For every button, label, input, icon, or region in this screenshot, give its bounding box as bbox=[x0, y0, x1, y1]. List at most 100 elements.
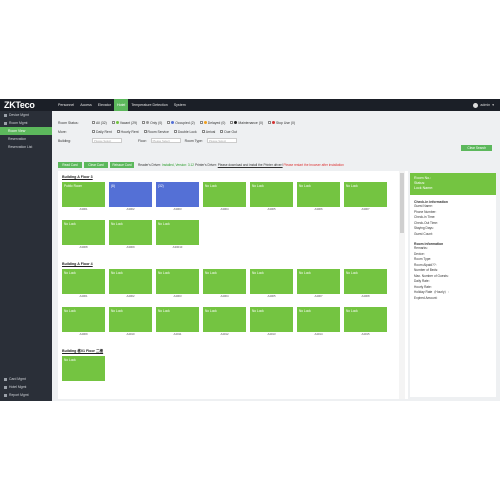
checkbox[interactable] bbox=[201, 129, 205, 133]
read-card-button[interactable]: Read Card bbox=[58, 162, 82, 168]
top-bar: ZKTeco Personnel Access Elevator Hotel Tempe… bbox=[0, 99, 500, 111]
status-label: Only bbox=[150, 120, 158, 125]
room-card[interactable]: No Lock A4004 bbox=[203, 269, 246, 298]
more-filter-double-lock[interactable]: Double Lock bbox=[173, 129, 197, 134]
room-card[interactable]: No Lock A4008 bbox=[344, 269, 387, 298]
more-filter-label: Due Out bbox=[224, 129, 237, 134]
checkbox[interactable] bbox=[267, 120, 271, 124]
more-filter-hourly-rent[interactable]: Hourly Rent bbox=[116, 129, 139, 134]
room-card[interactable]: No Lock A4014 bbox=[297, 307, 340, 336]
status-label: Delayed bbox=[207, 120, 221, 125]
nav-tab-personnel[interactable]: Personnel bbox=[55, 99, 77, 111]
status-dot-icon bbox=[271, 120, 275, 124]
nav-tab-hotel[interactable]: Hotel bbox=[113, 99, 129, 111]
printer-driver-link[interactable]: Please download and install the Printer … bbox=[218, 163, 283, 167]
nav-tab-access[interactable]: Access bbox=[77, 99, 95, 111]
sidebar-item-hotel-mgmt[interactable]: Hotel Mgmt bbox=[0, 383, 52, 391]
checkbox[interactable] bbox=[92, 120, 95, 124]
checkbox[interactable] bbox=[173, 129, 177, 133]
building-floor-title: Building 栋01 Floor 二楼 bbox=[62, 349, 104, 353]
nav-tab-system[interactable]: System bbox=[171, 99, 189, 111]
room-card[interactable]: No Lock A4011 bbox=[156, 307, 199, 336]
room-card[interactable]: No Lock A4007 bbox=[297, 269, 340, 298]
status-filter-vacant[interactable]: Vacant(29) bbox=[111, 120, 137, 125]
room-card[interactable]: Public Room A3001 bbox=[62, 182, 105, 211]
clear-search-button[interactable]: Clear Search bbox=[461, 145, 492, 151]
sidebar-item-room-mgmt[interactable]: Room Mgmt bbox=[0, 119, 52, 127]
more-filter-room-service[interactable]: Room Service bbox=[143, 129, 169, 134]
checkbox[interactable] bbox=[199, 120, 203, 124]
more-filter-label: Arrival bbox=[205, 129, 216, 134]
checkbox[interactable] bbox=[230, 120, 234, 124]
status-filter-maintenance[interactable]: Maintenance(0) bbox=[230, 120, 263, 125]
checkbox[interactable] bbox=[167, 120, 171, 124]
room-card[interactable]: No Lock A3009 bbox=[109, 220, 152, 249]
more-filter-arrival[interactable]: Arrival bbox=[201, 129, 216, 134]
sidebar-item-reservation-list[interactable]: Reservation List bbox=[0, 143, 52, 151]
room-card[interactable]: (32) A3003 bbox=[156, 182, 199, 211]
room-status-label: Room Status: bbox=[58, 120, 79, 125]
room-card[interactable]: No Lock A4002 bbox=[109, 269, 152, 298]
building-select[interactable]: Please Select bbox=[92, 138, 122, 143]
status-filter-only[interactable]: Only(0) bbox=[142, 120, 162, 125]
room-card[interactable]: (8) A3002 bbox=[109, 182, 152, 211]
chevron-down-icon: ▾ bbox=[492, 103, 494, 107]
room-status-label: No Lock bbox=[62, 220, 105, 245]
more-filter-due-out[interactable]: Due Out bbox=[220, 129, 237, 134]
room-card[interactable]: No Lock A4012 bbox=[203, 307, 246, 336]
room-number bbox=[62, 381, 105, 385]
more-filter-label: Daily Rent bbox=[96, 129, 112, 134]
room-card[interactable]: No Lock A3008 bbox=[62, 220, 105, 249]
room-card[interactable]: No Lock A4009 bbox=[62, 307, 105, 336]
room-card[interactable]: No Lock A4010 bbox=[109, 307, 152, 336]
room-card[interactable]: No Lock A4015 bbox=[344, 307, 387, 336]
floor-select[interactable]: Please Select bbox=[150, 138, 181, 143]
sidebar-item-report-mgmt[interactable]: Report Mgmt bbox=[0, 391, 52, 399]
more-filter-daily-rent[interactable]: Daily Rent bbox=[92, 129, 112, 134]
status-label: Stop Use bbox=[275, 120, 290, 125]
room-status-label: No Lock bbox=[297, 182, 340, 207]
room-card[interactable]: No Lock A3007 bbox=[344, 182, 387, 211]
sidebar: Device Mgmt Room Mgmt Room View Reservation… bbox=[0, 111, 52, 401]
sidebar-item-reservation[interactable]: Reservation bbox=[0, 135, 52, 143]
checkbox[interactable] bbox=[220, 129, 224, 133]
scrollbar-thumb[interactable] bbox=[400, 173, 404, 233]
room-card[interactable]: No Lock bbox=[62, 356, 105, 385]
room-status-label: No Lock bbox=[156, 307, 199, 332]
room-number: A4013 bbox=[267, 332, 276, 336]
checkbox[interactable] bbox=[142, 120, 146, 124]
sidebar-item-room-view[interactable]: Room View bbox=[0, 127, 52, 135]
clear-card-button[interactable]: Clear Card bbox=[84, 162, 108, 168]
status-filter-all[interactable]: All(32) bbox=[92, 120, 107, 125]
room-card[interactable]: No Lock A3005 bbox=[250, 182, 293, 211]
room-grid-scrollbar[interactable] bbox=[399, 171, 405, 399]
user-menu[interactable]: admin ▾ bbox=[473, 99, 494, 111]
checkbox[interactable] bbox=[92, 129, 95, 133]
room-number: A4001 bbox=[79, 294, 88, 298]
room-card[interactable]: No Lock A4001 bbox=[62, 269, 105, 298]
status-filter-occupied[interactable]: Occupied(2) bbox=[167, 120, 195, 125]
room-card[interactable]: No Lock A4013 bbox=[250, 307, 293, 336]
checkbox[interactable] bbox=[111, 120, 115, 124]
sidebar-item-card-mgmt[interactable]: Card Mgmt bbox=[0, 375, 52, 383]
room-field: Expired Amount: bbox=[414, 295, 438, 300]
room-card[interactable]: No Lock A3004 bbox=[203, 182, 246, 211]
checkbox[interactable] bbox=[116, 129, 120, 133]
room-type-select[interactable]: Please Select bbox=[206, 138, 237, 143]
room-card[interactable]: No Lock A4005 bbox=[250, 269, 293, 298]
nav-tab-temperature-detection[interactable]: Temperature Detection bbox=[128, 99, 170, 111]
checkbox[interactable] bbox=[143, 129, 147, 133]
room-number: A4005 bbox=[267, 294, 276, 298]
reissue-card-button[interactable]: Reissue Card bbox=[110, 162, 134, 168]
room-card[interactable]: No Lock A4003 bbox=[156, 269, 199, 298]
status-filter-delayed[interactable]: Delayed(0) bbox=[199, 120, 225, 125]
sidebar-item-label: Reservation List bbox=[8, 145, 33, 149]
driver-status: Reader's Driver: Installed, Version: 3.1… bbox=[138, 163, 344, 167]
room-card[interactable]: No Lock A30010 bbox=[156, 220, 199, 249]
room-status-label: No Lock bbox=[156, 269, 199, 294]
sidebar-item-device-mgmt[interactable]: Device Mgmt bbox=[0, 111, 52, 119]
room-card[interactable]: No Lock A3006 bbox=[297, 182, 340, 211]
nav-tab-elevator[interactable]: Elevator bbox=[95, 99, 114, 111]
checkin-field: Guest Count: bbox=[414, 231, 433, 236]
status-filter-stop-use[interactable]: Stop Use(0) bbox=[267, 120, 295, 125]
